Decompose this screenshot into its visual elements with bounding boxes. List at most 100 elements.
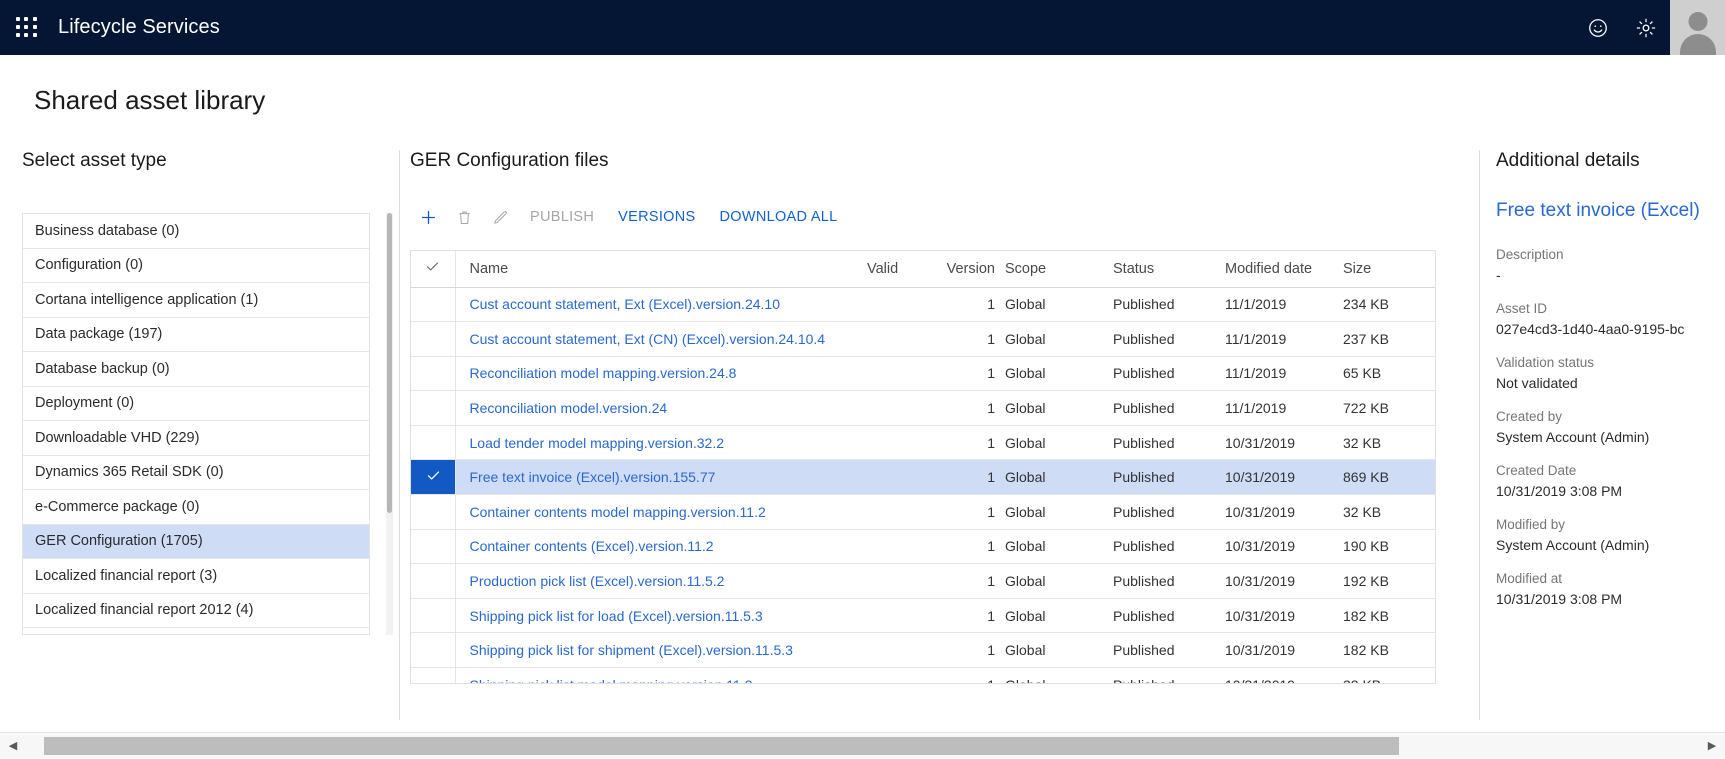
column-header-valid[interactable]: Valid [867,251,941,287]
column-header-size[interactable]: Size [1343,251,1436,287]
asset-type-item[interactable]: e-Commerce package (0) [23,490,369,525]
table-row[interactable]: Production pick list (Excel).version.11.… [411,564,1436,599]
row-checkbox[interactable] [411,598,455,633]
row-checkbox[interactable] [411,564,455,599]
detail-field-list: Description-Asset ID027e4cd3-1d40-4aa0-9… [1496,245,1725,623]
column-header-version[interactable]: Version [941,251,1005,287]
cell-name[interactable]: Shipping pick list for load (Excel).vers… [455,598,867,633]
asset-type-item[interactable]: Database backup (0) [23,352,369,387]
asset-list-scrollbar[interactable] [386,213,393,635]
cell-name[interactable]: Load tender model mapping.version.32.2 [455,425,867,460]
table-row[interactable]: Free text invoice (Excel).version.155.77… [411,460,1436,495]
chevron-left-icon[interactable]: ◀ [0,733,26,759]
asset-type-item[interactable]: Business database (0) [23,214,369,249]
asset-list-scroll-thumb[interactable] [387,213,392,513]
table-row[interactable]: Shipping pick list for shipment (Excel).… [411,633,1436,668]
file-name-link[interactable]: Shipping pick list for load (Excel).vers… [470,608,763,624]
file-name-link[interactable]: Production pick list (Excel).version.11.… [470,573,725,589]
app-launcher-icon[interactable] [16,17,38,39]
table-row[interactable]: Shipping pick list model mapping.version… [411,668,1436,684]
horizontal-scroll-track[interactable] [26,737,1699,755]
asset-type-item[interactable]: Configuration (0) [23,249,369,284]
asset-type-item[interactable]: Deployment (0) [23,387,369,422]
asset-type-item[interactable]: Downloadable VHD (229) [23,421,369,456]
table-row[interactable]: Cust account statement, Ext (Excel).vers… [411,287,1436,322]
file-name-link[interactable]: Reconciliation model.version.24 [470,400,668,416]
table-row[interactable]: Container contents model mapping.version… [411,495,1436,530]
versions-button[interactable]: VERSIONS [606,200,707,234]
asset-type-panel: Select asset type Business database (0)C… [0,150,400,710]
cell-valid [867,529,941,564]
row-checkbox[interactable] [411,495,455,530]
asset-type-list[interactable]: Business database (0)Configuration (0)Co… [22,213,370,635]
detail-field-label: Created Date [1496,461,1725,481]
row-checkbox[interactable] [411,460,455,495]
asset-type-item[interactable]: Localized financial report (3) [23,559,369,594]
asset-type-item[interactable]: Dynamics 365 Retail SDK (0) [23,456,369,491]
horizontal-scroll-thumb[interactable] [44,737,1399,755]
asset-type-item[interactable]: Cortana intelligence application (1) [23,283,369,318]
file-name-link[interactable]: Reconciliation model mapping.version.24.… [470,365,737,381]
cell-modified-date: 10/31/2019 [1225,564,1343,599]
table-row[interactable]: Container contents (Excel).version.11.21… [411,529,1436,564]
row-checkbox[interactable] [411,529,455,564]
row-checkbox[interactable] [411,356,455,391]
cell-name[interactable]: Free text invoice (Excel).version.155.77 [455,460,867,495]
row-checkbox[interactable] [411,391,455,426]
page-horizontal-scrollbar[interactable]: ◀ ▶ [0,732,1725,758]
gear-icon[interactable] [1622,0,1670,55]
pencil-icon [482,200,518,234]
asset-type-item[interactable]: Localized financial report 2012 (4) [23,594,369,629]
asset-type-item[interactable]: GER Configuration (1705) [23,525,369,560]
file-name-link[interactable]: Cust account statement, Ext (CN) (Excel)… [470,331,826,347]
file-name-link[interactable]: Load tender model mapping.version.32.2 [470,435,725,451]
file-name-link[interactable]: Shipping pick list model mapping.version… [470,677,753,684]
cell-modified-date: 11/1/2019 [1225,391,1343,426]
row-checkbox[interactable] [411,287,455,322]
column-header-name[interactable]: Name [455,251,867,287]
column-header-status[interactable]: Status [1113,251,1225,287]
cell-size: 237 KB [1343,322,1436,357]
cell-valid [867,495,941,530]
cell-size: 722 KB [1343,391,1436,426]
select-all-checkbox[interactable] [411,251,455,287]
table-row[interactable]: Reconciliation model.version.241GlobalPu… [411,391,1436,426]
file-name-link[interactable]: Container contents (Excel).version.11.2 [470,538,714,554]
asset-type-item[interactable]: Marketing asset (2) [23,628,369,635]
download-all-button[interactable]: DOWNLOAD ALL [708,200,850,234]
chevron-right-icon[interactable]: ▶ [1699,733,1725,759]
table-row[interactable]: Load tender model mapping.version.32.21G… [411,425,1436,460]
cell-name[interactable]: Shipping pick list for shipment (Excel).… [455,633,867,668]
cell-name[interactable]: Container contents model mapping.version… [455,495,867,530]
row-checkbox[interactable] [411,425,455,460]
cell-scope: Global [1005,529,1113,564]
cell-name[interactable]: Cust account statement, Ext (Excel).vers… [455,287,867,322]
row-checkbox[interactable] [411,322,455,357]
file-name-link[interactable]: Container contents model mapping.version… [470,504,766,520]
column-header-modified-date[interactable]: Modified date [1225,251,1343,287]
asset-type-item[interactable]: Data package (197) [23,318,369,353]
column-header-scope[interactable]: Scope [1005,251,1113,287]
plus-icon[interactable] [410,200,446,234]
file-name-link[interactable]: Shipping pick list for shipment (Excel).… [470,642,793,658]
cell-name[interactable]: Reconciliation model.version.24 [455,391,867,426]
file-name-link[interactable]: Cust account statement, Ext (Excel).vers… [470,296,780,312]
cell-name[interactable]: Reconciliation model mapping.version.24.… [455,356,867,391]
row-checkbox[interactable] [411,668,455,684]
cell-scope: Global [1005,598,1113,633]
detail-asset-name-link[interactable]: Free text invoice (Excel) [1496,200,1700,222]
cell-name[interactable]: Production pick list (Excel).version.11.… [455,564,867,599]
cell-name[interactable]: Container contents (Excel).version.11.2 [455,529,867,564]
table-row[interactable]: Cust account statement, Ext (CN) (Excel)… [411,322,1436,357]
user-avatar-button[interactable] [1670,0,1725,55]
smiley-icon[interactable] [1574,0,1622,55]
table-row[interactable]: Shipping pick list for load (Excel).vers… [411,598,1436,633]
cell-name[interactable]: Shipping pick list model mapping.version… [455,668,867,684]
row-checkbox[interactable] [411,633,455,668]
cell-scope: Global [1005,287,1113,322]
file-name-link[interactable]: Free text invoice (Excel).version.155.77 [470,469,716,485]
cell-modified-date: 11/1/2019 [1225,322,1343,357]
cell-name[interactable]: Cust account statement, Ext (CN) (Excel)… [455,322,867,357]
table-row[interactable]: Reconciliation model mapping.version.24.… [411,356,1436,391]
cell-version: 1 [941,495,1005,530]
